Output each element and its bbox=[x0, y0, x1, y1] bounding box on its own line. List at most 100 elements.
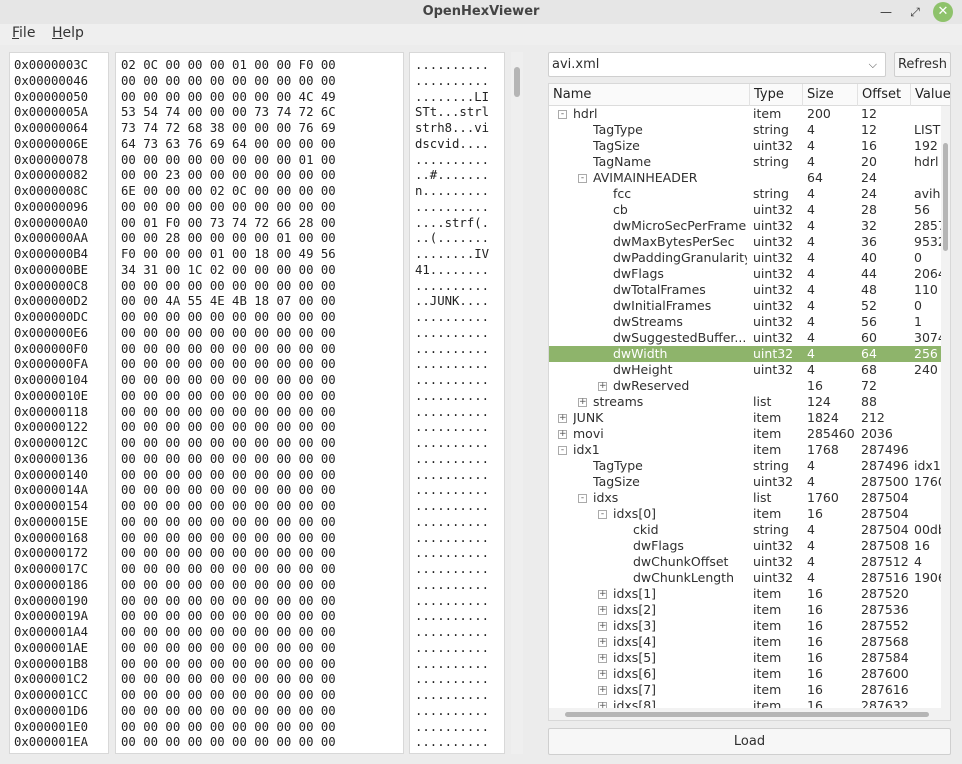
ascii-row[interactable]: .......... bbox=[415, 405, 489, 421]
ascii-row[interactable]: .......... bbox=[415, 625, 489, 641]
tree-row[interactable]: TagType string 4 287496 idx1 bbox=[549, 458, 941, 474]
expand-icon[interactable]: + bbox=[598, 382, 607, 391]
hex-row[interactable]: 00 00 00 00 00 00 00 00 00 00 bbox=[121, 373, 336, 389]
expand-icon[interactable]: + bbox=[598, 638, 607, 647]
tree-row[interactable]: - idxs list 1760 287504 bbox=[549, 490, 941, 506]
hex-row[interactable]: 00 00 00 00 00 00 00 00 00 00 bbox=[121, 310, 336, 326]
column-header-size[interactable]: Size bbox=[803, 84, 858, 106]
ascii-row[interactable]: ..#....... bbox=[415, 168, 489, 184]
ascii-row[interactable]: .......... bbox=[415, 58, 489, 74]
tree-row[interactable]: + JUNK item 1824 212 bbox=[549, 410, 941, 426]
expand-icon[interactable]: + bbox=[558, 414, 567, 423]
ascii-row[interactable]: .......... bbox=[415, 420, 489, 436]
ascii-row[interactable]: .......... bbox=[415, 657, 489, 673]
hex-row[interactable]: 00 00 00 00 00 00 00 00 00 00 bbox=[121, 546, 336, 562]
ascii-row[interactable]: ..(....... bbox=[415, 231, 489, 247]
hex-row[interactable]: 00 00 00 00 00 00 00 00 4C 49 bbox=[121, 90, 336, 106]
close-icon[interactable]: ✕ bbox=[933, 2, 953, 22]
tree-row[interactable]: dwStreams uint32 4 56 1 bbox=[549, 314, 941, 330]
column-header-value[interactable]: Value bbox=[911, 84, 950, 106]
tree-row[interactable]: - hdrl item 200 12 bbox=[549, 106, 941, 122]
hex-row[interactable]: 00 00 23 00 00 00 00 00 00 00 bbox=[121, 168, 336, 184]
hex-row[interactable]: 00 00 00 00 00 00 00 00 00 00 bbox=[121, 625, 336, 641]
expand-icon[interactable]: + bbox=[598, 590, 607, 599]
hex-row[interactable]: 00 00 00 00 00 00 00 00 00 00 bbox=[121, 672, 336, 688]
scrollbar-thumb[interactable] bbox=[565, 712, 929, 717]
ascii-row[interactable]: .......... bbox=[415, 279, 489, 295]
hex-row[interactable]: 34 31 00 1C 02 00 00 00 00 00 bbox=[121, 263, 336, 279]
hex-row[interactable]: 00 00 00 00 00 00 00 00 00 00 bbox=[121, 531, 336, 547]
ascii-row[interactable]: .......... bbox=[415, 468, 489, 484]
column-header-type[interactable]: Type bbox=[750, 84, 803, 106]
load-button[interactable]: Load bbox=[548, 728, 951, 755]
ascii-row[interactable]: .......... bbox=[415, 531, 489, 547]
tree-row[interactable]: TagSize uint32 4 287500 1760 bbox=[549, 474, 941, 490]
ascii-row[interactable]: ........IV bbox=[415, 247, 489, 263]
tree-row[interactable]: - idx1 item 1768 287496 bbox=[549, 442, 941, 458]
tree-row[interactable]: dwMicroSecPerFrame uint32 4 32 2857 bbox=[549, 218, 941, 234]
tree-row[interactable]: dwPaddingGranularity uint32 4 40 0 bbox=[549, 250, 941, 266]
hex-row[interactable]: 00 00 00 00 00 00 00 00 00 00 bbox=[121, 515, 336, 531]
hex-row[interactable]: 02 0C 00 00 00 01 00 00 F0 00 bbox=[121, 58, 336, 74]
hex-row[interactable]: 00 00 00 00 00 00 00 00 00 00 bbox=[121, 562, 336, 578]
tree-row[interactable]: dwTotalFrames uint32 4 48 110 bbox=[549, 282, 941, 298]
tree-row[interactable]: TagType string 4 12 LIST bbox=[549, 122, 941, 138]
hex-row[interactable]: 64 73 63 76 69 64 00 00 00 00 bbox=[121, 137, 336, 153]
hex-row[interactable]: 00 00 00 00 00 00 00 00 00 00 bbox=[121, 720, 336, 736]
hex-row[interactable]: 00 00 00 00 00 00 00 00 00 00 bbox=[121, 357, 336, 373]
hex-row[interactable]: 6E 00 00 00 02 0C 00 00 00 00 bbox=[121, 184, 336, 200]
ascii-row[interactable]: .......... bbox=[415, 546, 489, 562]
address-column[interactable]: 0x0000003C 0x00000046 0x00000050 0x0000005A… bbox=[9, 52, 109, 754]
tree-row[interactable]: + idxs[5] item 16 287584 bbox=[549, 650, 941, 666]
tree-row[interactable]: - idxs[0] item 16 287504 bbox=[549, 506, 941, 522]
hex-row[interactable]: 00 00 00 00 00 00 00 00 00 00 bbox=[121, 594, 336, 610]
scrollbar-thumb[interactable] bbox=[514, 67, 520, 97]
ascii-row[interactable]: .......... bbox=[415, 499, 489, 515]
ascii-row[interactable]: .......... bbox=[415, 483, 489, 499]
tree-row[interactable]: + idxs[7] item 16 287616 bbox=[549, 682, 941, 698]
ascii-row[interactable]: .......... bbox=[415, 357, 489, 373]
ascii-row[interactable]: .......... bbox=[415, 720, 489, 736]
hex-row[interactable]: 53 54 74 00 00 00 73 74 72 6C bbox=[121, 105, 336, 121]
file-selector[interactable]: avi.xml ⌵ bbox=[548, 52, 886, 77]
hex-row[interactable]: F0 00 00 00 01 00 18 00 49 56 bbox=[121, 247, 336, 263]
hex-row[interactable]: 00 00 00 00 00 00 00 00 00 00 bbox=[121, 468, 336, 484]
ascii-row[interactable]: .......... bbox=[415, 452, 489, 468]
ascii-row[interactable]: .......... bbox=[415, 436, 489, 452]
ascii-row[interactable]: .......... bbox=[415, 326, 489, 342]
ascii-row[interactable]: 41........ bbox=[415, 263, 489, 279]
collapse-icon[interactable]: - bbox=[598, 510, 607, 519]
tree-row[interactable]: dwSuggestedBuffer... uint32 4 60 3074 bbox=[549, 330, 941, 346]
expand-icon[interactable]: + bbox=[598, 670, 607, 679]
ascii-row[interactable]: .......... bbox=[415, 735, 489, 751]
ascii-row[interactable]: ....strf(. bbox=[415, 216, 489, 232]
ascii-row[interactable]: .......... bbox=[415, 515, 489, 531]
expand-icon[interactable]: + bbox=[598, 686, 607, 695]
column-header-name[interactable]: Name bbox=[549, 84, 750, 106]
ascii-row[interactable]: STt...strl bbox=[415, 105, 489, 121]
expand-icon[interactable]: + bbox=[578, 398, 587, 407]
ascii-row[interactable]: .......... bbox=[415, 704, 489, 720]
minimize-icon[interactable]: — bbox=[876, 2, 896, 22]
tree-row[interactable]: dwWidth uint32 4 64 256 bbox=[549, 346, 941, 362]
hex-bytes-column[interactable]: 02 0C 00 00 00 01 00 00 F0 00 00 00 00 00… bbox=[115, 52, 404, 754]
hex-row[interactable]: 00 00 00 00 00 00 00 00 00 00 bbox=[121, 735, 336, 751]
hex-row[interactable]: 00 00 00 00 00 00 00 00 00 00 bbox=[121, 751, 336, 753]
hex-row[interactable]: 00 00 28 00 00 00 00 01 00 00 bbox=[121, 231, 336, 247]
tree-row[interactable]: TagName string 4 20 hdrl bbox=[549, 154, 941, 170]
tree-row[interactable]: dwInitialFrames uint32 4 52 0 bbox=[549, 298, 941, 314]
tree-row[interactable]: + idxs[2] item 16 287536 bbox=[549, 602, 941, 618]
collapse-icon[interactable]: - bbox=[558, 446, 567, 455]
collapse-icon[interactable]: - bbox=[578, 174, 587, 183]
ascii-row[interactable]: .......... bbox=[415, 751, 489, 753]
tree-row[interactable]: - AVIMAINHEADER 64 24 bbox=[549, 170, 941, 186]
hex-row[interactable]: 00 00 00 00 00 00 00 00 01 00 bbox=[121, 153, 336, 169]
ascii-column[interactable]: .................... ........LI STt...strl… bbox=[409, 52, 505, 754]
hex-row[interactable]: 00 00 00 00 00 00 00 00 00 00 bbox=[121, 452, 336, 468]
ascii-row[interactable]: .......... bbox=[415, 688, 489, 704]
ascii-row[interactable]: ..JUNK.... bbox=[415, 294, 489, 310]
tree-horizontal-scrollbar[interactable] bbox=[549, 708, 950, 720]
ascii-row[interactable]: .......... bbox=[415, 153, 489, 169]
tree-row[interactable]: + dwReserved 16 72 bbox=[549, 378, 941, 394]
expand-icon[interactable]: + bbox=[598, 606, 607, 615]
